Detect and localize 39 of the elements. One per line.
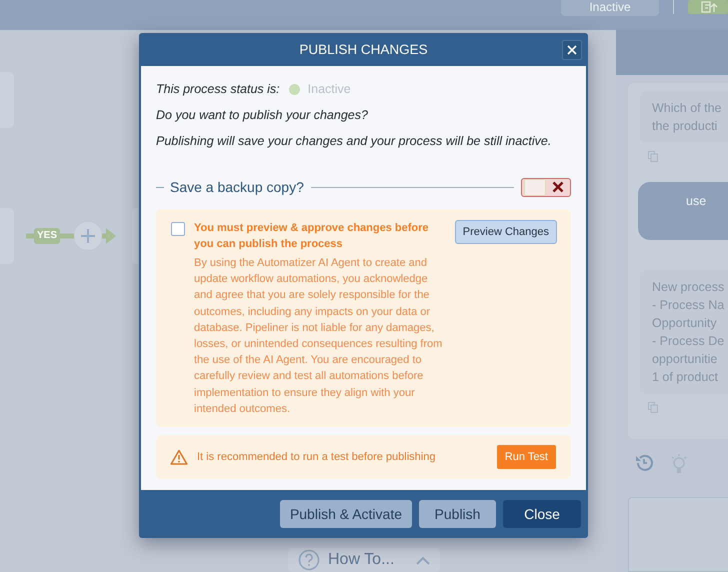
message-line: - Process De (652, 333, 726, 350)
x-icon (552, 181, 564, 193)
run-test-button[interactable]: Run Test (496, 445, 556, 469)
how-to-button[interactable]: How To... (288, 548, 440, 572)
close-icon (567, 45, 577, 55)
copy-icon[interactable] (648, 402, 658, 413)
export-icon[interactable] (688, 0, 728, 14)
message-line: Which of the (652, 100, 722, 117)
process-node (132, 208, 138, 264)
message-line: opportunitie (652, 351, 718, 368)
dialog-button[interactable]: Close (503, 500, 581, 528)
message-line: - Process Na (652, 297, 726, 314)
status-label: This process status is: (156, 82, 280, 96)
approve-checkbox[interactable] (171, 222, 185, 236)
message-line: 1 of product (652, 369, 720, 386)
disclaimer-text: By using the Automatizer AI Agent to create and update workflow automations, you acknowledge and agree that you are solely responsible for the outcomes, including any impacts on your data or database. Pipeliner is not liable for any damages, losses, or unintended consequences resulting from the use of the AI Agent. You are encouraged to carefully review and test all automations before implementation to ensure they align with your intended outcomes. (194, 256, 444, 417)
preview-changes-button[interactable]: Preview Changes (454, 220, 557, 244)
message-line: Opportunity (652, 315, 718, 332)
test-recommendation: It is recommended to run a test before publishing (197, 451, 436, 463)
how-to-label: How To... (328, 551, 396, 569)
approval-title: You must preview & approve changes before you can publish the process (194, 221, 430, 252)
info-text: Publishing will save your changes and your process will be still inactive. (156, 133, 552, 150)
message-line: use (686, 194, 708, 208)
backup-toggle[interactable] (521, 178, 571, 196)
question-text: Do you want to publish your changes? (156, 107, 369, 124)
help-icon (298, 549, 320, 571)
message-line: New process (652, 279, 726, 296)
backup-label: Save a backup copy? (170, 179, 304, 195)
close-button[interactable] (562, 40, 582, 60)
chevron-up-icon (416, 556, 430, 564)
dialog-button[interactable]: Publish (419, 500, 496, 528)
status-text: Inactive (308, 82, 351, 96)
dialog-title: PUBLISH CHANGES (299, 42, 428, 57)
history-icon[interactable] (634, 453, 654, 473)
dialog-button[interactable]: Publish & Activate (280, 500, 412, 528)
copy-icon[interactable] (648, 151, 658, 162)
warning-icon (170, 449, 188, 465)
message-line: the producti (652, 118, 718, 135)
connector-label: YES (36, 230, 58, 242)
